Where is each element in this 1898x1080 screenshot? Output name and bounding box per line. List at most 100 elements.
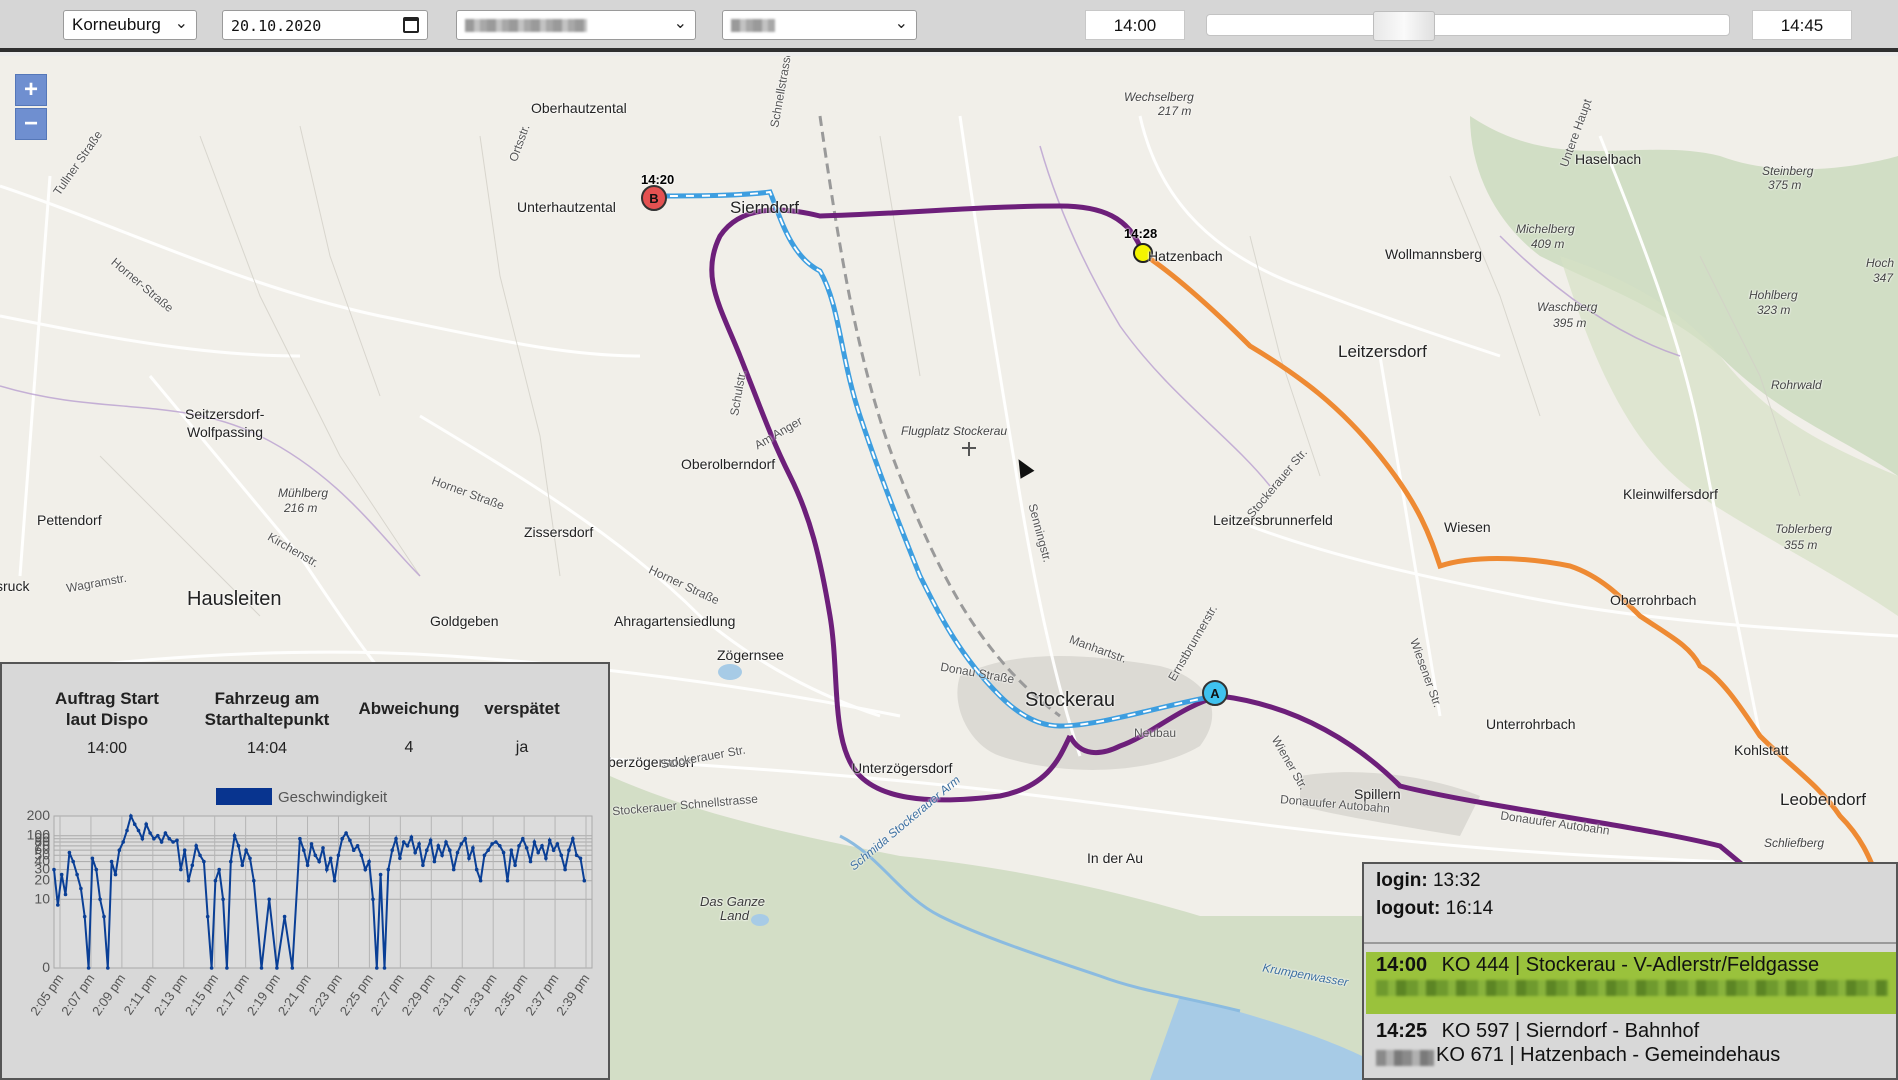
redacted-value [731,19,775,32]
map-label: Kohlstatt [1734,742,1789,758]
data-point [152,836,156,841]
data-point [175,838,179,843]
data-point [90,856,95,861]
map-label: Seitzersdorf- [185,406,265,422]
schedule-text: KO 597 | Sierndorf - Bahnhof [1441,1020,1700,1042]
zoom-in-button[interactable]: + [15,74,47,106]
data-point [59,872,64,877]
data-point [67,850,72,855]
data-point [348,838,352,843]
calendar-icon[interactable] [403,17,419,33]
map-label: Hausleiten [187,588,282,610]
data-point [132,822,137,826]
location-select[interactable]: Korneuburg ⌄ [63,10,197,40]
time-slider-handle[interactable] [1373,11,1435,41]
data-point [559,853,564,858]
map-label: Land [720,908,749,923]
data-point [513,863,517,868]
zoom-out-button[interactable]: − [15,108,47,140]
map-label: Waschberg [1537,300,1598,314]
login-info: login: 13:32 [1376,870,1481,892]
data-point [463,836,468,841]
data-point [378,872,383,877]
map-label: Hohlberg [1749,288,1798,302]
driver-select[interactable]: ⌄ [722,10,917,40]
map-label: 395 m [1553,316,1587,330]
data-point [186,878,191,883]
top-toolbar: Korneuburg ⌄ 20.10.2020 ⌄ ⌄ 14:00 14:45 [0,0,1898,52]
data-point [336,853,341,858]
data-point [432,859,437,864]
data-point [390,848,395,852]
date-input[interactable]: 20.10.2020 [222,10,428,40]
data-point [298,836,302,841]
data-point [290,966,295,970]
data-point [129,814,133,818]
map-label: Unterrohrbach [1486,716,1576,732]
data-point [425,848,429,852]
data-point [217,867,221,872]
data-point [102,914,106,919]
data-point [490,842,494,846]
data-point [209,966,214,970]
map-label: 217 m [1158,104,1192,118]
data-point [252,878,256,883]
data-point [213,878,218,883]
map-label: 355 m [1784,538,1818,552]
schedule-text: KO 444 | Stockerau - V-Adlerstr/Feldgass… [1441,954,1820,976]
map-label: Wolfpassing [187,424,264,440]
data-point [125,828,129,833]
data-point [225,966,229,970]
map-label: Unterhautzental [517,199,616,215]
data-point [232,833,237,838]
header-line: laut Dispo [65,710,149,729]
logout-info: logout: 16:14 [1376,898,1493,920]
value-late: ja [515,739,529,756]
map-label: Kleinwilfersdorf [1623,486,1718,502]
map-label: 216 m [284,501,318,515]
map-label: Leobendorf [1780,790,1867,809]
map-label: Hoch [1866,256,1895,270]
map-label: Schliefberg [1764,836,1825,850]
data-point [482,853,487,858]
data-point [109,859,114,864]
y-tick-label: 0 [42,959,50,975]
vehicle-select[interactable]: ⌄ [456,10,696,40]
map-label: Wechselberg [1124,90,1194,104]
logout-label: logout: [1376,898,1441,919]
map-label: Oberolberndorf [681,456,776,472]
data-point [440,853,444,858]
map-label: Flugplatz Stockerau [901,424,1008,438]
data-point [240,863,245,868]
schedule-row[interactable]: KO 671 | Hatzenbach - Gemeindehaus [1436,1044,1780,1067]
schedule-row[interactable]: 14:25 KO 597 | Sierndorf - Bahnhof [1376,1020,1699,1043]
data-point [555,842,560,846]
data-point [528,859,533,864]
data-point [405,844,410,848]
data-point [421,863,425,868]
route-end-marker[interactable]: B [641,185,667,211]
data-point [547,838,552,843]
data-point [371,897,375,902]
route-start-marker[interactable]: A [1202,680,1228,706]
chevron-down-icon: ⌄ [174,15,188,32]
data-point [471,846,475,850]
data-point [79,886,83,891]
data-point [106,966,110,970]
data-point [398,856,402,861]
schedule-row[interactable]: 14:00 KO 444 | Stockerau - V-Adlerstr/Fe… [1376,954,1819,977]
data-point [236,844,241,848]
data-point [355,844,360,848]
data-point [182,848,187,852]
data-point [259,966,264,970]
data-point [86,966,91,970]
map-label: Zögernsee [717,647,784,663]
data-point [486,848,491,852]
data-point [536,850,540,855]
legend-swatch [216,788,272,805]
column-deviation: Abweichung 4 [349,698,469,757]
schedule-time: 14:00 [1376,954,1428,976]
column-vehicle-start: Fahrzeug am Starthaltepunkt 14:04 [187,688,347,758]
data-point [340,836,345,841]
time-slider[interactable] [1206,11,1730,41]
